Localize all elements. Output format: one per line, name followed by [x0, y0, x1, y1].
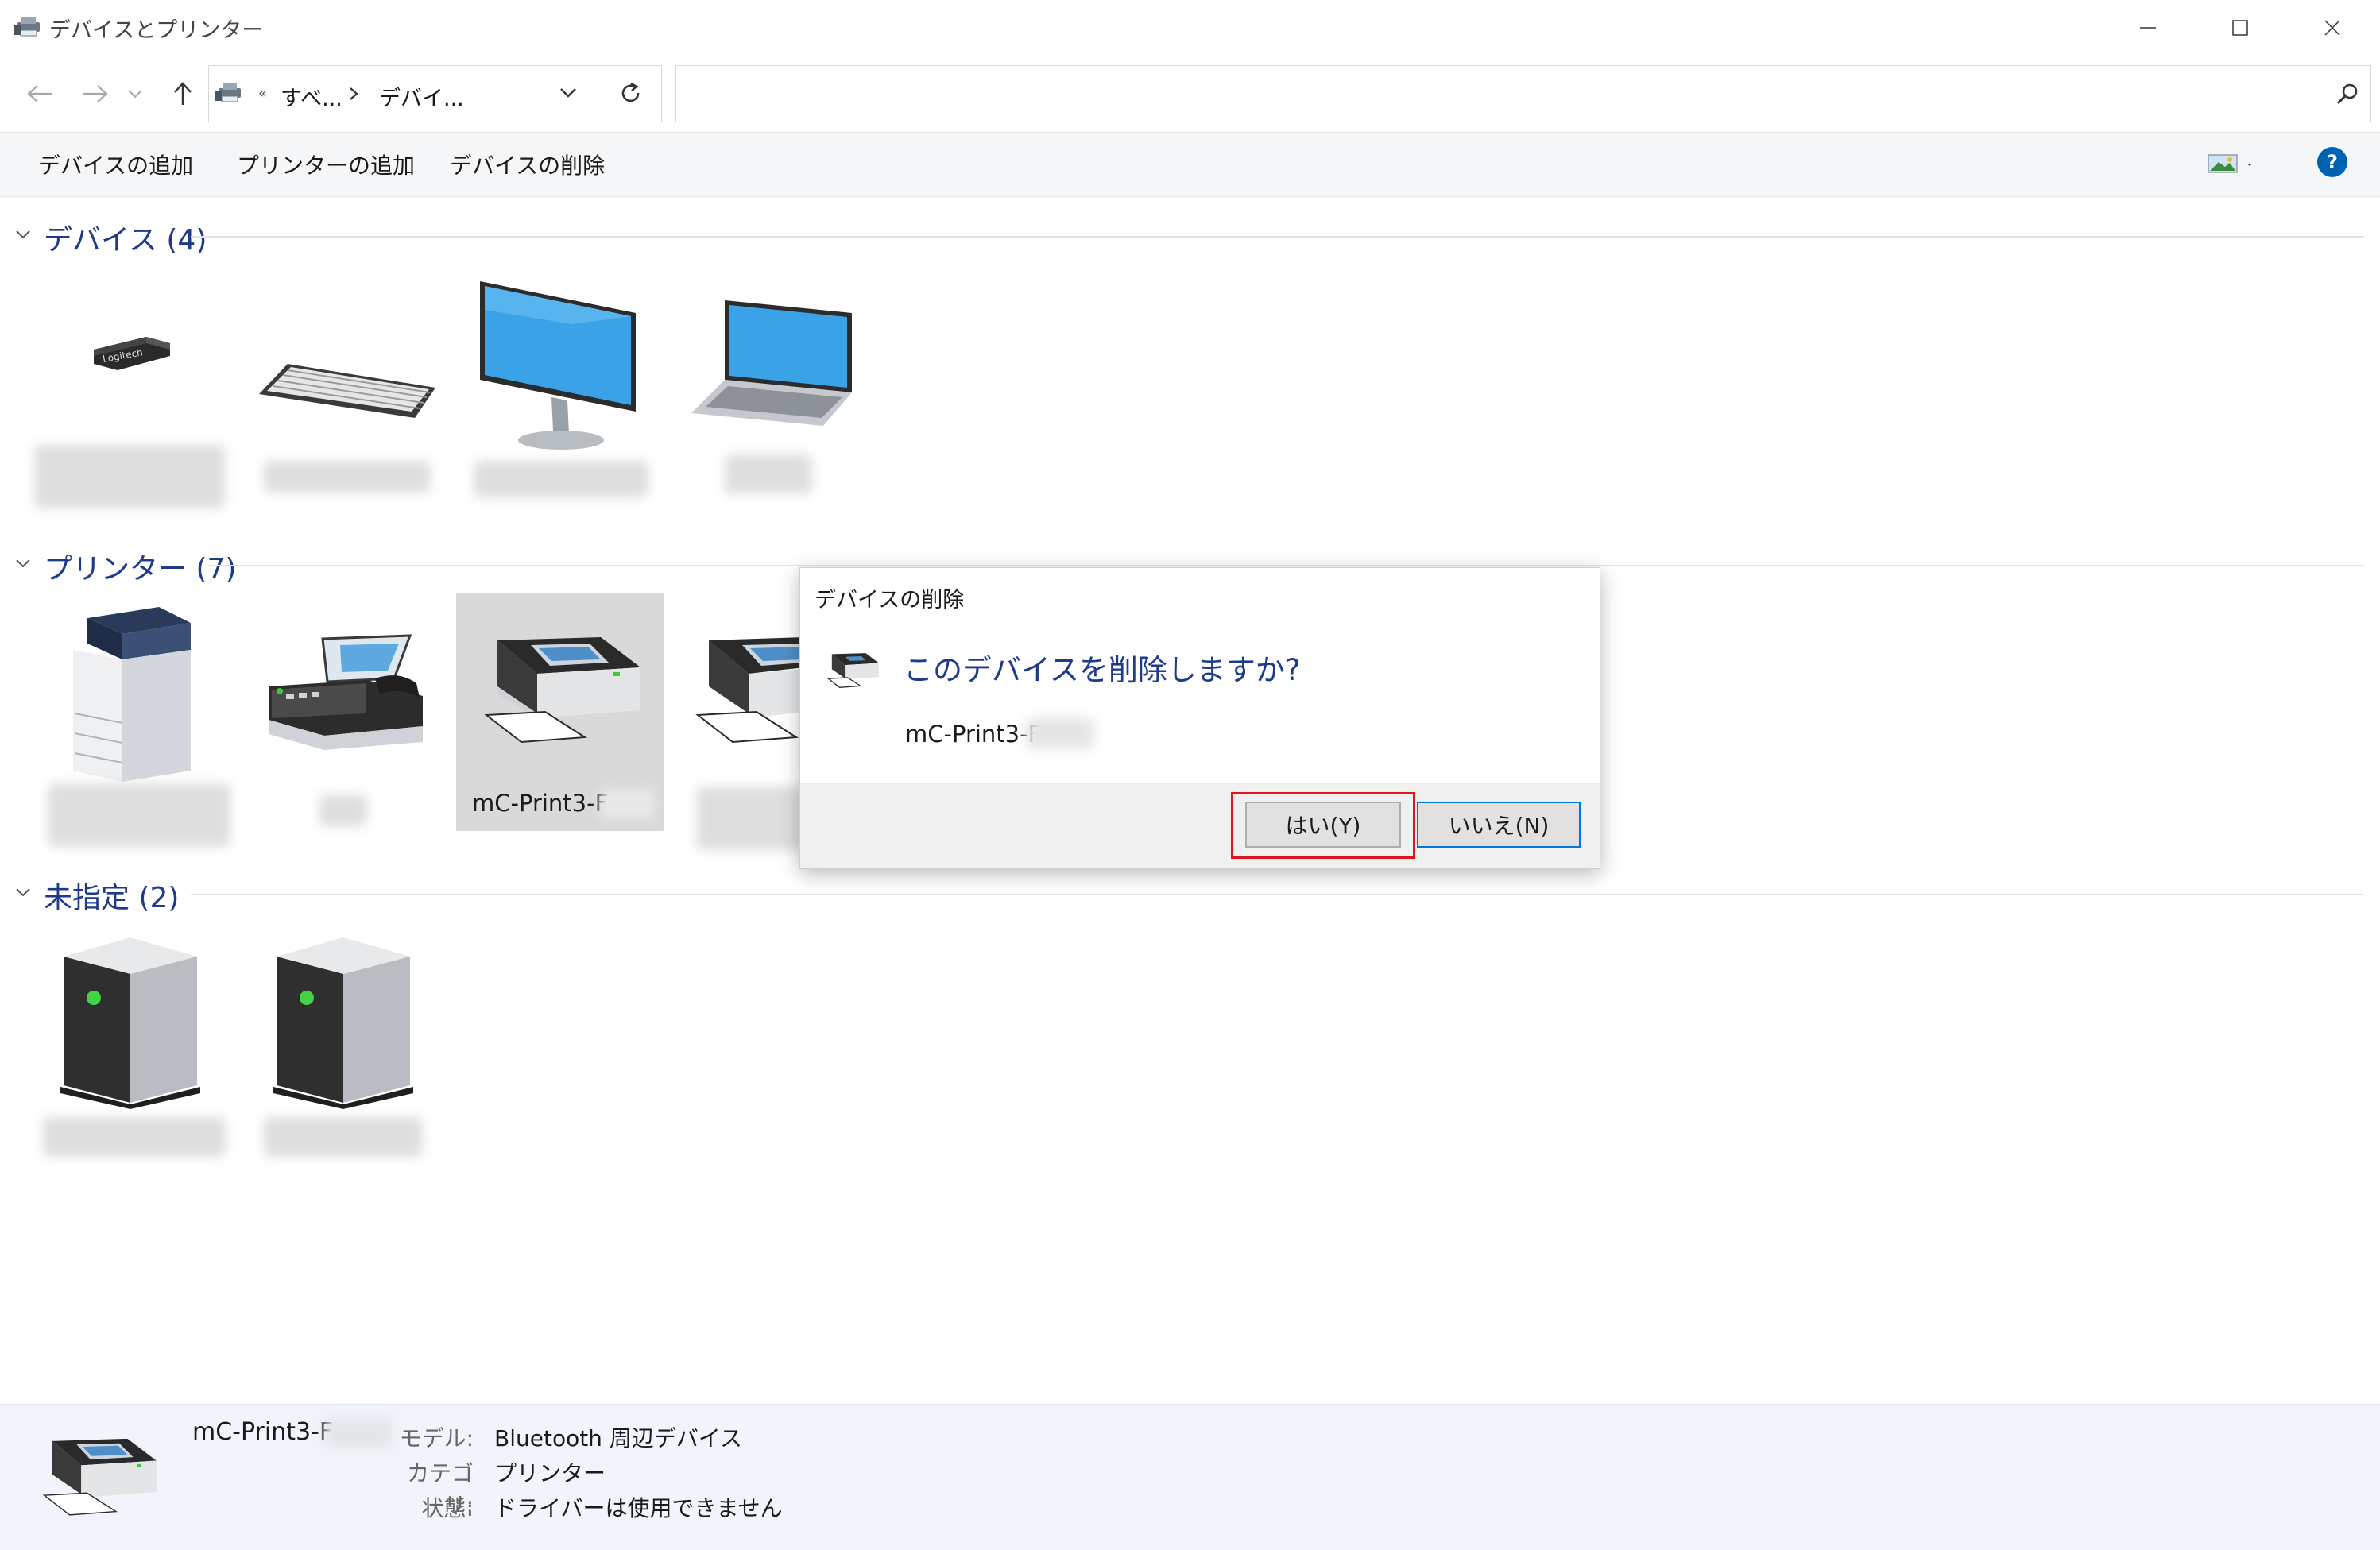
details-status-label: 状態: — [421, 1495, 474, 1521]
recent-locations-button[interactable] — [119, 56, 151, 132]
details-category-value: プリンター — [494, 1460, 606, 1486]
printer-label-redacted — [696, 787, 807, 850]
devices-printers-icon — [14, 14, 43, 38]
printer-label-redacted — [599, 788, 655, 820]
printer-item-fax[interactable] — [253, 596, 443, 858]
details-model-label: モデル: — [399, 1425, 474, 1451]
title-bar: デバイスとプリンター — [0, 0, 2380, 56]
generic-device-icon — [272, 934, 415, 1109]
minimize-button[interactable] — [2102, 0, 2194, 56]
forward-button[interactable] — [72, 56, 119, 132]
printer-label: mC-Print3-F — [472, 790, 609, 817]
devices-printers-icon — [215, 80, 244, 104]
help-button[interactable]: ? — [2317, 147, 2347, 177]
printer-icon — [685, 636, 804, 755]
fax-icon — [264, 631, 431, 750]
close-button[interactable] — [2286, 0, 2378, 56]
maximize-button[interactable] — [2194, 0, 2286, 56]
device-item-laptop[interactable] — [680, 270, 871, 532]
no-button[interactable]: いいえ(N) — [1417, 802, 1581, 848]
keyboard-icon — [256, 359, 439, 423]
device-label-redacted — [43, 1117, 226, 1157]
dialog-footer: はい(Y) いいえ(N) — [800, 783, 1600, 868]
receipt-printer-icon — [474, 636, 648, 755]
address-box[interactable]: « すべ... デバイ... — [208, 65, 602, 122]
printer-label-redacted — [319, 794, 367, 826]
device-label-redacted — [474, 461, 648, 497]
group-divider — [191, 894, 2364, 895]
details-status-value: ドライバーは使用できません — [494, 1495, 783, 1521]
device-label-redacted — [725, 454, 812, 494]
chevron-down-icon[interactable] — [15, 229, 31, 240]
device-label-redacted — [34, 445, 225, 508]
breadcrumb-separator-icon[interactable] — [348, 87, 359, 101]
group-header-devices[interactable]: デバイス (4) — [0, 215, 2380, 257]
details-device-name: mC-Print3-F — [192, 1418, 334, 1446]
receipt-printer-icon — [35, 1437, 162, 1525]
remove-device-button[interactable]: デバイスの削除 — [450, 149, 605, 180]
multifunction-printer-icon — [64, 602, 199, 785]
dialog-question: このデバイスを削除しますか? — [904, 653, 1301, 687]
device-item-monitor[interactable] — [461, 270, 668, 532]
device-item-usb-receiver[interactable]: Logitech — [30, 270, 229, 532]
usb-receiver-icon: Logitech — [87, 326, 175, 373]
device-item-keyboard[interactable] — [253, 270, 443, 532]
window-title: デバイスとプリンター — [49, 18, 264, 43]
view-options-icon[interactable] — [2208, 150, 2258, 177]
breadcrumb-overflow[interactable]: « — [258, 85, 267, 102]
printer-item-multifunction[interactable] — [40, 596, 246, 858]
group-title-unspecified: 未指定 (2) — [44, 882, 180, 914]
breadcrumb-devices[interactable]: デバイ... — [379, 81, 464, 112]
breadcrumb-all[interactable]: すべ... — [281, 81, 342, 112]
search-icon — [2335, 82, 2359, 106]
dialog-device-name: mC-Print3-F — [905, 721, 1042, 748]
details-name-redacted — [324, 1417, 393, 1448]
chevron-down-icon[interactable] — [15, 887, 31, 898]
generic-device-icon — [59, 934, 202, 1109]
dialog-name-redacted — [1026, 717, 1094, 749]
up-button[interactable] — [159, 56, 207, 132]
search-input[interactable] — [675, 65, 2371, 122]
add-printer-button[interactable]: プリンターの追加 — [237, 149, 415, 180]
add-device-button[interactable]: デバイスの追加 — [38, 149, 193, 180]
monitor-icon — [477, 278, 644, 453]
group-header-unspecified[interactable]: 未指定 (2) — [0, 872, 2380, 914]
group-title-devices: デバイス (4) — [44, 224, 207, 257]
chevron-down-icon[interactable] — [15, 558, 31, 569]
dialog-title: デバイスの削除 — [815, 588, 965, 613]
details-pane: mC-Print3-F モデル: Bluetooth 周辺デバイス カテゴリ: … — [0, 1404, 2380, 1550]
device-label-redacted — [264, 461, 431, 493]
printer-label-redacted — [48, 783, 230, 847]
group-divider — [208, 565, 2364, 566]
back-button[interactable] — [16, 56, 64, 132]
remove-device-dialog: デバイスの削除 このデバイスを削除しますか? mC-Print3-F はい(Y)… — [799, 567, 1600, 869]
device-label-redacted — [264, 1117, 423, 1157]
unspecified-item-1[interactable] — [40, 930, 230, 1160]
group-title-printers: プリンター (7) — [44, 553, 237, 586]
group-divider — [191, 236, 2364, 238]
yes-button[interactable]: はい(Y) — [1245, 802, 1401, 848]
laptop-icon — [688, 297, 860, 432]
printer-icon — [824, 652, 881, 692]
unspecified-item-2[interactable] — [253, 930, 428, 1160]
address-dropdown-icon[interactable] — [559, 87, 578, 99]
navigation-bar: « すべ... デバイ... — [0, 56, 2380, 132]
refresh-button[interactable] — [601, 65, 662, 122]
details-model-value: Bluetooth 周辺デバイス — [494, 1425, 742, 1451]
printer-item-selected[interactable]: mC-Print3-F — [456, 593, 664, 831]
printer-item-partial[interactable] — [680, 596, 807, 858]
command-bar: デバイスの追加 プリンターの追加 デバイスの削除 ? — [0, 132, 2380, 197]
